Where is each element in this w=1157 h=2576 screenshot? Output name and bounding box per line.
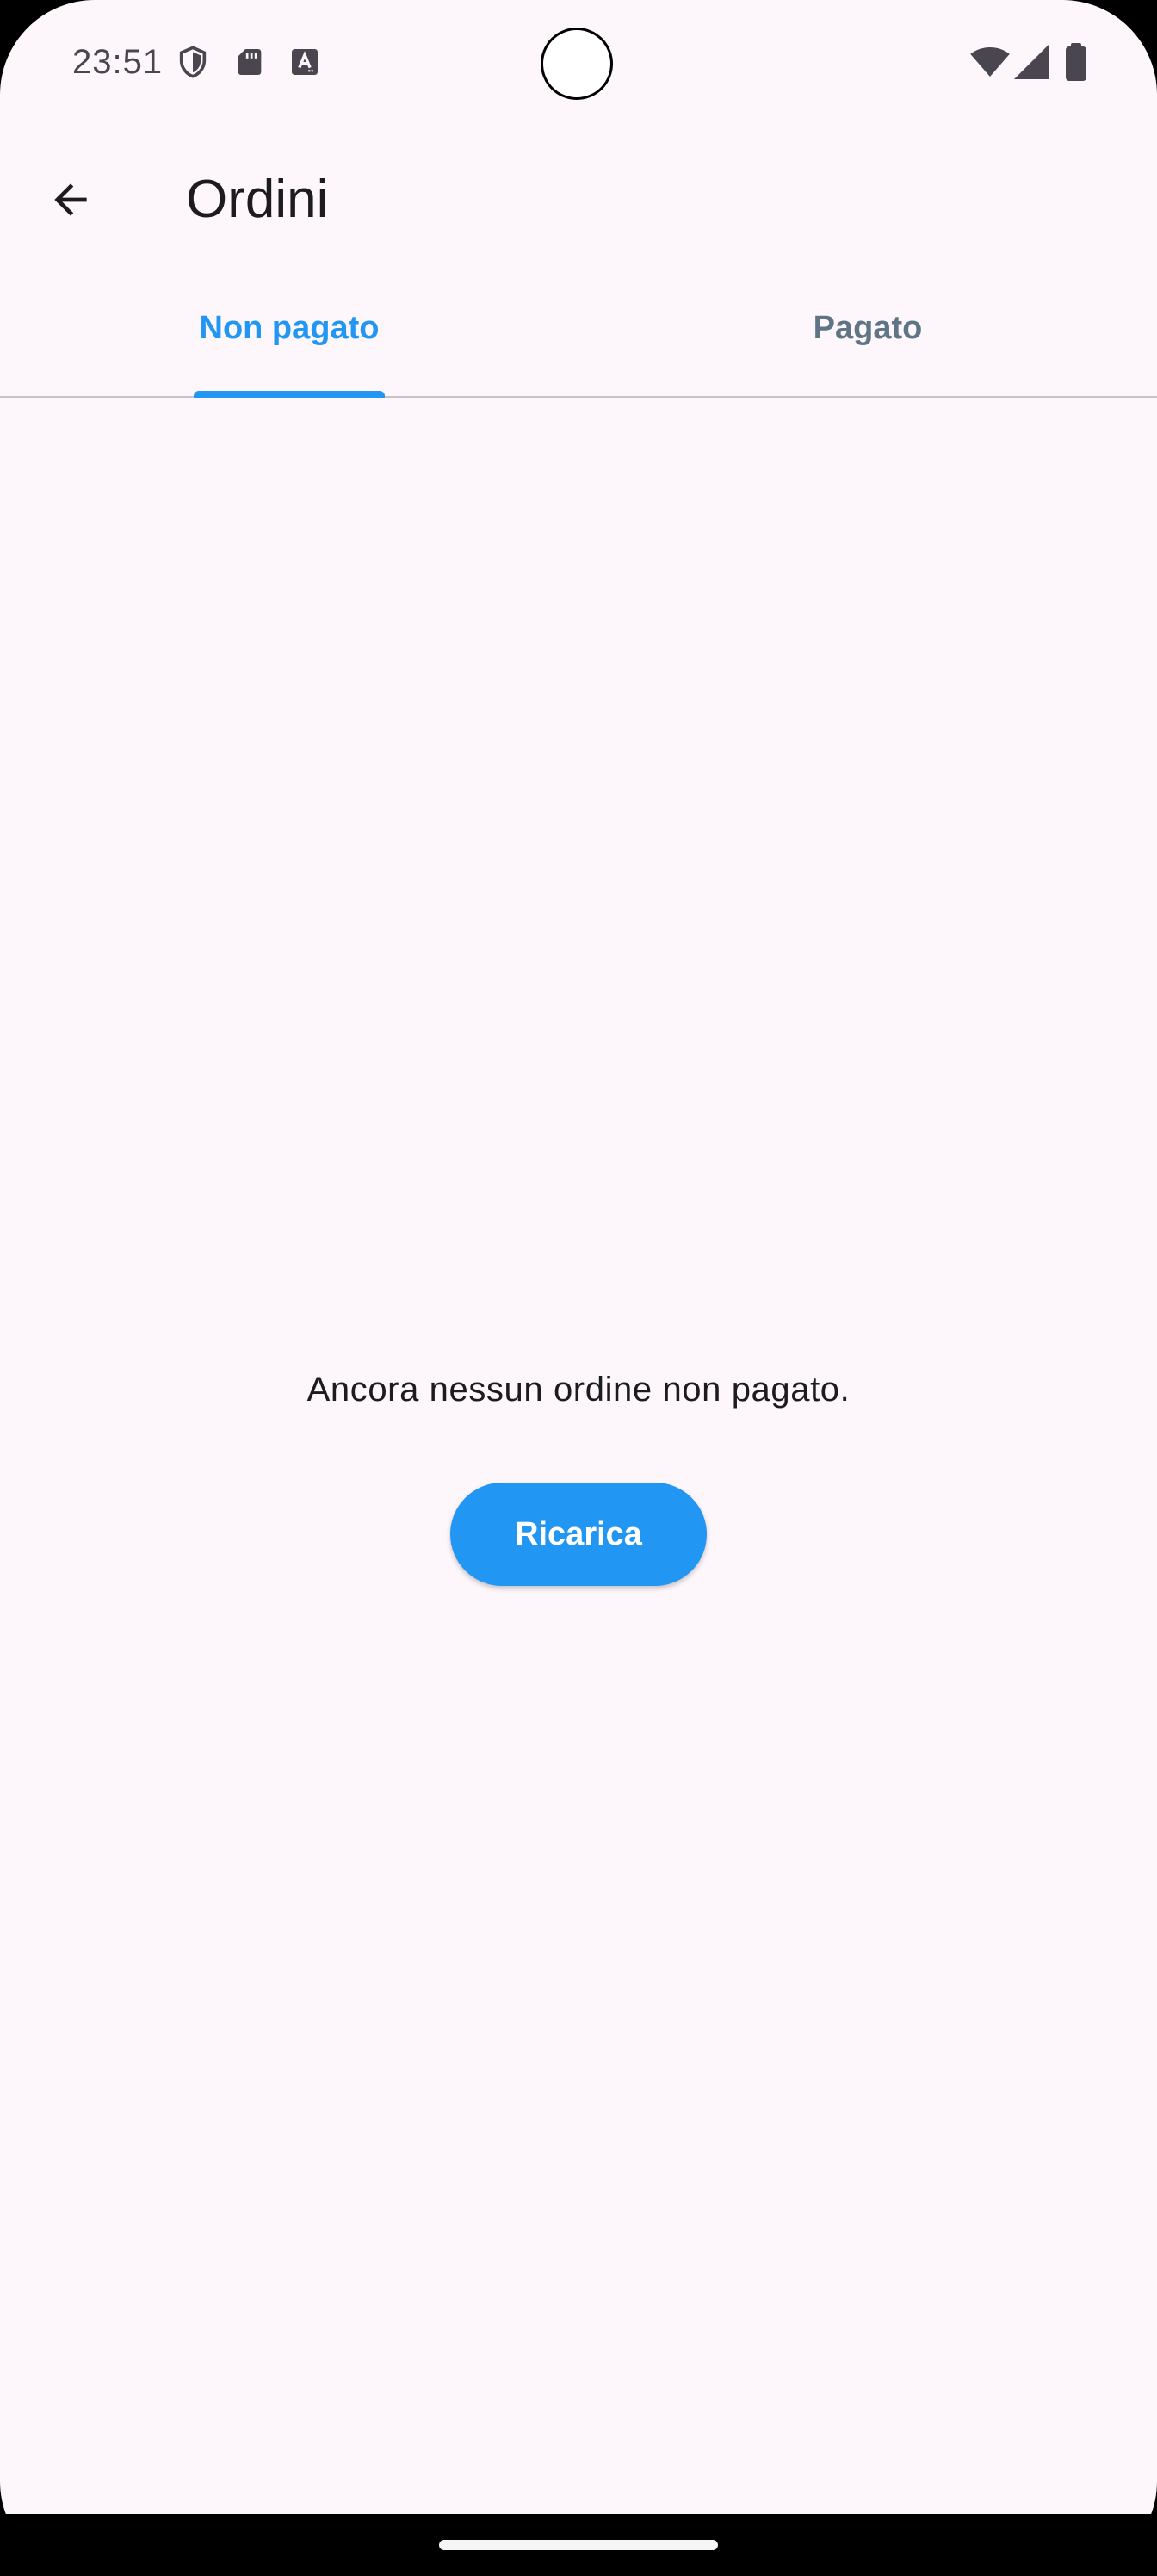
phone-screen: 23:51 Ordini Non pagato Pagato Ancora ne… [0,0,1157,2576]
selected-tab-indicator [194,391,385,398]
front-camera-cutout [541,28,613,100]
tab-pagato[interactable]: Pagato [578,274,1157,396]
tab-non-pagato[interactable]: Non pagato [0,274,578,396]
tab-label: Non pagato [199,309,380,346]
app-bar: Ordini [0,129,1157,274]
sd-card-icon [232,45,267,79]
tab-label: Pagato [813,309,923,346]
home-gesture-handle[interactable] [439,2540,718,2550]
arrow-back-icon [46,176,95,228]
keyboard-a-icon [288,45,322,79]
status-time: 23:51 [72,43,164,81]
battery-icon [1059,41,1093,83]
status-bar: 23:51 [0,0,1157,129]
page-title: Ordini [186,170,329,229]
empty-state-message: Ancora nessun ordine non pagato. [306,1371,851,1409]
back-button[interactable] [29,160,112,243]
wifi-icon [969,41,1011,83]
signal-icon [1011,41,1052,83]
shield-icon [176,45,210,79]
reload-button[interactable]: Ricarica [450,1483,707,1586]
tab-bar: Non pagato Pagato [0,274,1157,398]
